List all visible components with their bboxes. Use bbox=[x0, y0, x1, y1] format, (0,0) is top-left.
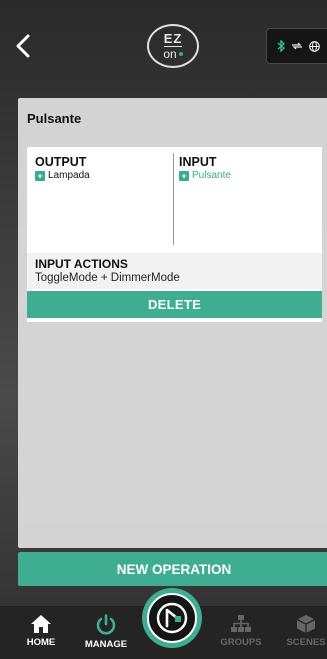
output-item[interactable]: + Lampada bbox=[35, 170, 175, 181]
output-item-label: Lampada bbox=[48, 170, 90, 181]
app-logo-icon bbox=[156, 602, 188, 634]
input-item[interactable]: + Pulsante bbox=[179, 170, 319, 181]
input-actions-value: ToggleMode + DimmerMode bbox=[35, 272, 180, 284]
connection-status[interactable] bbox=[266, 28, 327, 64]
back-button[interactable] bbox=[8, 28, 38, 64]
tab-home[interactable]: HOME bbox=[11, 614, 71, 658]
app-logo: EZ on bbox=[147, 24, 199, 68]
logo-dot bbox=[178, 52, 183, 56]
column-divider bbox=[173, 153, 174, 245]
header: EZ on bbox=[0, 0, 327, 88]
globe-icon bbox=[309, 40, 320, 52]
tab-groups[interactable]: GROUPS bbox=[211, 614, 271, 658]
new-operation-button[interactable]: NEW OPERATION bbox=[18, 552, 327, 586]
input-heading: INPUT bbox=[179, 155, 217, 169]
operation-card[interactable]: OUTPUT + Lampada INPUT + Pulsante INPUT … bbox=[27, 147, 322, 322]
tab-manage[interactable]: MANAGE bbox=[76, 614, 136, 658]
delete-button[interactable]: DELETE bbox=[27, 291, 322, 318]
plus-icon: + bbox=[179, 170, 189, 181]
logo-bottom-text: on bbox=[163, 47, 177, 61]
logo-top-text: EZ bbox=[163, 31, 183, 47]
operation-title: Pulsante bbox=[27, 111, 82, 126]
operation-panel: Pulsante OUTPUT + Lampada INPUT + Pulsan… bbox=[18, 98, 327, 548]
plus-icon: + bbox=[35, 170, 45, 181]
input-item-label: Pulsante bbox=[192, 170, 231, 181]
input-actions-heading: INPUT ACTIONS bbox=[35, 257, 128, 271]
network-icon bbox=[231, 615, 251, 632]
tab-groups-label: GROUPS bbox=[220, 637, 262, 648]
home-icon bbox=[31, 615, 51, 633]
chevron-left-icon bbox=[16, 34, 30, 58]
bluetooth-icon bbox=[277, 40, 285, 52]
tab-scenes-label: SCENES bbox=[286, 637, 326, 648]
output-column: OUTPUT + Lampada bbox=[35, 155, 175, 181]
tab-scenes[interactable]: SCENES bbox=[276, 614, 327, 658]
sync-icon bbox=[292, 42, 302, 50]
input-column: INPUT + Pulsante bbox=[179, 155, 319, 181]
box-icon bbox=[296, 615, 316, 633]
power-icon bbox=[96, 614, 116, 635]
tab-home-label: HOME bbox=[26, 637, 56, 648]
input-actions: INPUT ACTIONS ToggleMode + DimmerMode bbox=[27, 253, 322, 289]
tab-manage-label: MANAGE bbox=[84, 639, 128, 650]
center-home-button[interactable] bbox=[142, 588, 202, 648]
output-heading: OUTPUT bbox=[35, 155, 87, 169]
